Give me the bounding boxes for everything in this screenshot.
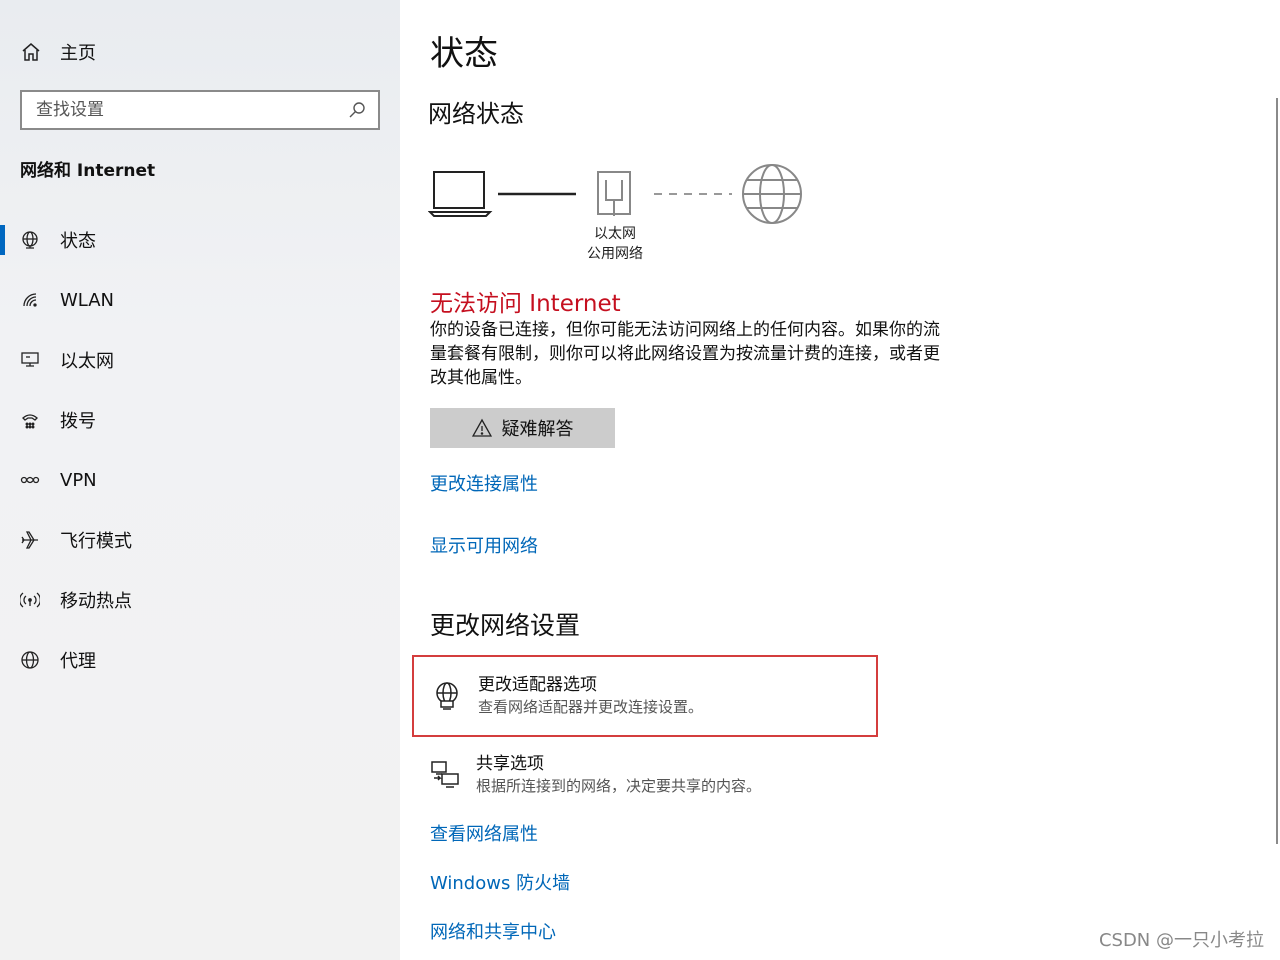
sidebar-item-label: 拨号 xyxy=(60,411,96,432)
sidebar-item-label: 移动热点 xyxy=(60,591,132,612)
change-network-settings-title: 更改网络设置 xyxy=(430,611,581,640)
sidebar: 主页 网络和 Internet 状态 WLAN 以太网 xyxy=(0,0,400,960)
change-connection-properties-link[interactable]: 更改连接属性 xyxy=(430,470,538,496)
network-type: 公用网络 xyxy=(587,246,643,262)
sidebar-item-status[interactable]: 状态 xyxy=(0,210,400,270)
option-title: 更改适配器选项 xyxy=(478,675,597,695)
globe-status-icon xyxy=(22,231,38,249)
adapter-icon xyxy=(436,682,458,710)
wifi-icon xyxy=(23,293,37,307)
sidebar-item-wlan[interactable]: WLAN xyxy=(0,270,400,330)
internet-globe-icon xyxy=(742,164,802,224)
status-description: 你的设备已连接，但你可能无法访问网络上的任何内容。如果你的流量套餐有限制，则你可… xyxy=(430,320,940,388)
scrollbar[interactable] xyxy=(1276,98,1278,844)
sidebar-nav: 状态 WLAN 以太网 拨号 VPN 飞行模式 移动热点 代理 xyxy=(0,210,400,690)
adapter-name: 以太网 xyxy=(594,226,636,242)
globe-icon xyxy=(21,651,39,669)
watermark: CSDN @一只小考拉 xyxy=(1098,930,1264,951)
network-status-title: 网络状态 xyxy=(428,100,524,128)
sidebar-item-ethernet[interactable]: 以太网 xyxy=(0,330,400,390)
dialup-icon xyxy=(22,414,38,429)
show-available-networks-link[interactable]: 显示可用网络 xyxy=(430,532,538,558)
status-error-title: 无法访问 Internet xyxy=(430,291,621,317)
sidebar-item-dialup[interactable]: 拨号 xyxy=(0,390,400,450)
hotspot-icon xyxy=(20,592,40,608)
change-adapter-options[interactable]: 更改适配器选项 查看网络适配器并更改连接设置。 xyxy=(412,655,878,737)
page-title: 状态 xyxy=(430,34,498,74)
sidebar-item-label: WLAN xyxy=(60,289,115,311)
troubleshoot-button[interactable]: 疑难解答 xyxy=(430,408,615,448)
option-title: 共享选项 xyxy=(476,754,544,774)
troubleshoot-label: 疑难解答 xyxy=(501,419,574,439)
warning-icon xyxy=(471,418,492,437)
adapter-label: 以太网 公用网络 xyxy=(570,224,660,264)
sidebar-item-label: 状态 xyxy=(60,231,96,252)
sidebar-item-label: VPN xyxy=(60,469,97,491)
search-input[interactable] xyxy=(36,100,348,120)
vpn-icon xyxy=(20,476,40,484)
sidebar-section-title: 网络和 Internet xyxy=(20,161,156,181)
ethernet-port-icon xyxy=(597,171,631,216)
laptop-icon xyxy=(427,171,493,217)
sharing-icon xyxy=(431,761,459,788)
sidebar-item-vpn[interactable]: VPN xyxy=(0,450,400,510)
sidebar-item-label: 以太网 xyxy=(60,351,114,372)
option-description: 根据所连接到的网络，决定要共享的内容。 xyxy=(476,777,762,795)
search-icon[interactable] xyxy=(348,101,366,119)
sidebar-item-proxy[interactable]: 代理 xyxy=(0,630,400,690)
sharing-options[interactable]: 共享选项 根据所连接到的网络，决定要共享的内容。 xyxy=(412,734,878,816)
home-label: 主页 xyxy=(60,43,96,64)
sidebar-item-airplane[interactable]: 飞行模式 xyxy=(0,510,400,570)
network-diagram: 以太网 公用网络 xyxy=(427,160,828,270)
option-description: 查看网络适配器并更改连接设置。 xyxy=(478,698,704,716)
windows-firewall-link[interactable]: Windows 防火墙 xyxy=(430,869,570,895)
sidebar-item-label: 代理 xyxy=(60,651,96,672)
main-content: 状态 网络状态 以太网 公用网络 无法访问 Internet 你的设备已连接，但… xyxy=(400,0,1280,960)
ethernet-icon xyxy=(21,352,39,367)
home-nav-item[interactable]: 主页 xyxy=(20,38,96,66)
view-network-properties-link[interactable]: 查看网络属性 xyxy=(430,820,538,846)
sidebar-item-hotspot[interactable]: 移动热点 xyxy=(0,570,400,630)
search-box[interactable] xyxy=(20,90,380,130)
sidebar-item-label: 飞行模式 xyxy=(60,531,132,552)
home-icon xyxy=(22,43,40,61)
network-sharing-center-link[interactable]: 网络和共享中心 xyxy=(430,918,556,944)
airplane-icon xyxy=(21,531,38,549)
